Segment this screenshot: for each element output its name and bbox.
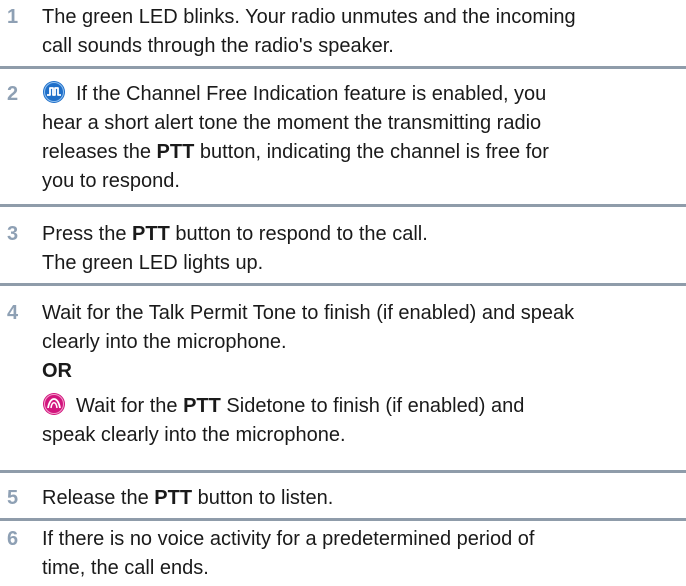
step-text: Wait for the xyxy=(76,395,184,417)
step-text-line: The green LED lights up. xyxy=(42,252,264,274)
step-text-line: If there is no voice activity for a pred… xyxy=(42,528,535,550)
step-text: button to listen. xyxy=(192,487,334,509)
step-number: 3 xyxy=(7,223,19,245)
analog-mode-icon xyxy=(42,392,66,416)
step-text-line: clearly into the microphone. xyxy=(42,331,287,353)
step-5: 5 Release the PTT button to listen. xyxy=(0,484,686,513)
step-text: Sidetone to finish (if enabled) and xyxy=(220,395,525,417)
step-6: 6 If there is no voice activity for a pr… xyxy=(0,525,686,583)
step-text-line: you to respond. xyxy=(42,170,180,192)
step-2: 2 If the Channel Free Indication feature… xyxy=(0,80,686,196)
step-divider xyxy=(0,66,686,69)
step-divider xyxy=(0,283,686,286)
step-text-line: The green LED blinks. Your radio unmutes… xyxy=(42,6,576,28)
step-text: Release the xyxy=(42,487,155,509)
step-text: If the Channel Free Indication feature i… xyxy=(76,83,547,105)
step-1: 1 The green LED blinks. Your radio unmut… xyxy=(0,3,686,61)
ptt-keyword: PTT xyxy=(132,223,170,245)
step-divider xyxy=(0,470,686,473)
ptt-keyword: PTT xyxy=(156,141,195,163)
step-text-line: Wait for the Talk Permit Tone to finish … xyxy=(42,302,575,324)
step-number: 4 xyxy=(7,302,19,324)
or-separator: OR xyxy=(42,360,72,382)
step-text: button, indicating the channel is free f… xyxy=(194,141,549,163)
step-number: 5 xyxy=(7,487,19,509)
step-text: button to respond to the call. xyxy=(169,223,428,245)
ptt-keyword: PTT xyxy=(183,395,221,417)
step-text-line: time, the call ends. xyxy=(42,557,209,579)
step-text-line: hear a short alert tone the moment the t… xyxy=(42,112,542,134)
digital-mode-icon xyxy=(42,80,66,104)
procedure-steps: 1 The green LED blinks. Your radio unmut… xyxy=(0,0,686,586)
step-number: 2 xyxy=(7,83,19,105)
step-divider xyxy=(0,518,686,521)
step-number: 1 xyxy=(7,6,19,28)
step-text: releases the xyxy=(42,141,157,163)
step-divider xyxy=(0,204,686,207)
step-text: Press the xyxy=(42,223,133,245)
step-3: 3 Press the PTT button to respond to the… xyxy=(0,220,686,278)
step-text-line: speak clearly into the microphone. xyxy=(42,424,346,446)
step-number: 6 xyxy=(7,528,19,550)
ptt-keyword: PTT xyxy=(154,487,193,509)
step-4: 4 Wait for the Talk Permit Tone to finis… xyxy=(0,299,686,450)
step-text-line: call sounds through the radio's speaker. xyxy=(42,35,394,57)
